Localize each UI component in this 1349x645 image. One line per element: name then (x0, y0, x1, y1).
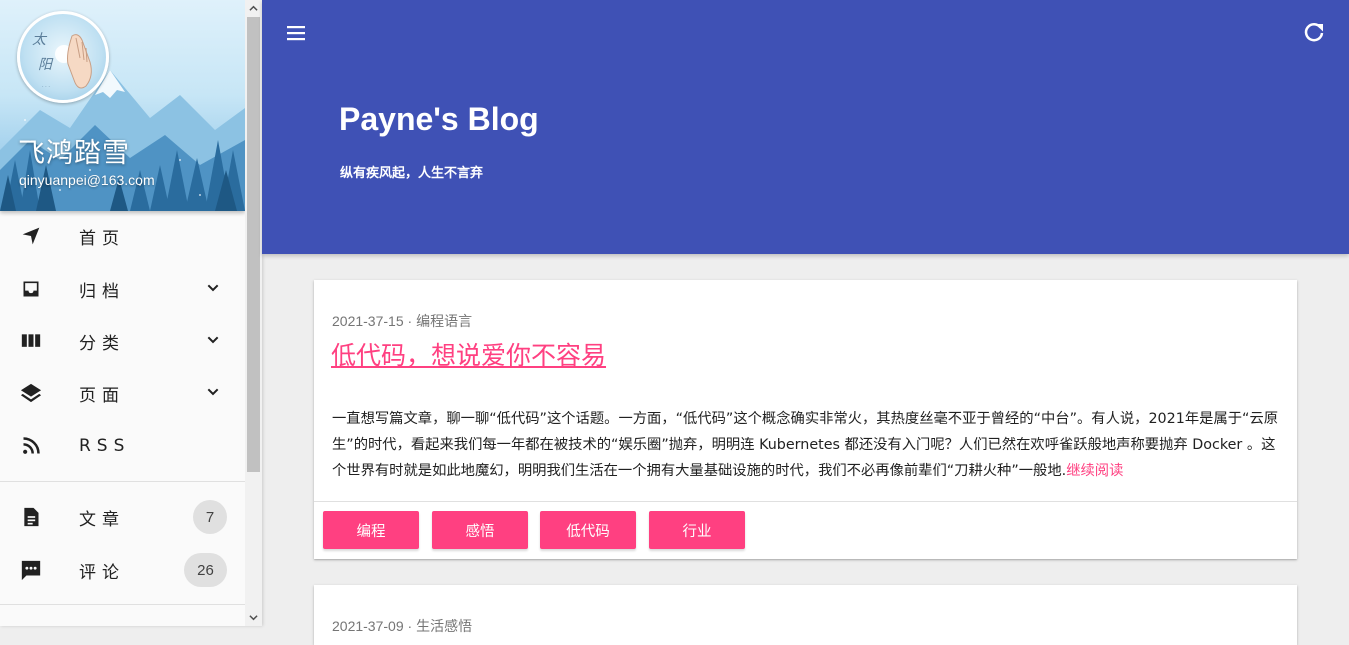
columns-icon (20, 330, 42, 352)
post-category[interactable]: 生活感悟 (416, 618, 472, 634)
rss-feed-icon (20, 435, 42, 457)
meta-separator: · (407, 618, 417, 634)
profile-email: qinyuanpei@163.com (19, 172, 155, 188)
blog-header: Payne's Blog 纵有疾风起，人生不言弃 (262, 0, 1349, 254)
nav-label-articles: 文章 (79, 509, 125, 530)
scrollbar-thumb[interactable] (247, 17, 260, 472)
nav-item-articles[interactable]: 文章 7 (0, 491, 245, 543)
sidebar-scrollbar[interactable] (245, 0, 262, 626)
nav-label-pages: 页面 (79, 385, 125, 406)
post-date: 2021-37-09 (332, 618, 404, 634)
post-meta: 2021-37-09 · 生活感悟 (332, 616, 472, 636)
svg-text:太: 太 (32, 32, 48, 48)
refresh-icon[interactable] (1302, 21, 1326, 45)
nav-item-comments[interactable]: 评论 26 (0, 544, 245, 596)
svg-text:阳: 阳 (38, 57, 54, 73)
scroll-down-arrow-icon[interactable] (249, 613, 258, 622)
profile-name: 飞鸿踏雪 (18, 138, 130, 169)
read-more-link[interactable]: 继续阅读 (1066, 463, 1123, 479)
post-meta: 2021-37-15 · 编程语言 (332, 311, 472, 331)
tag-button[interactable]: 感悟 (432, 511, 528, 549)
blog-title: Payne's Blog (339, 101, 539, 137)
nav-label-rss: RSS (79, 436, 131, 456)
tag-button[interactable]: 编程 (323, 511, 419, 549)
nav-item-home[interactable]: 首页 (0, 210, 245, 262)
post-card: 2021-37-15 · 编程语言 低代码，想说爱你不容易 一直想写篇文章，聊一… (314, 280, 1297, 559)
post-excerpt: 一直想写篇文章，聊一聊“低代码”这个话题。一方面，“低代码”这个概念确实非常火，… (332, 406, 1282, 484)
nav-label-categories: 分类 (79, 333, 125, 354)
post-date: 2021-37-15 (332, 313, 404, 329)
nav-label-home: 首页 (79, 228, 125, 249)
chevron-down-icon[interactable] (205, 280, 221, 296)
comment-count-badge: 26 (184, 553, 227, 587)
sidebar-divider (0, 604, 245, 605)
article-count-badge: 7 (193, 500, 227, 534)
nav-item-rss[interactable]: RSS (0, 420, 245, 472)
card-divider (314, 501, 1297, 502)
post-card: 2021-37-09 · 生活感悟 (314, 585, 1297, 645)
nav-label-comments: 评论 (79, 562, 125, 583)
nav-item-archive[interactable]: 归档 (0, 263, 245, 315)
avatar-illustration: 太 阳 · · · (32, 32, 92, 90)
sidebar: 太 阳 · · · 飞鸿踏雪 qinyuanpei@163.com 首页 归档 … (0, 0, 262, 626)
sidebar-content: 太 阳 · · · 飞鸿踏雪 qinyuanpei@163.com 首页 归档 … (0, 0, 245, 626)
nav-item-categories[interactable]: 分类 (0, 315, 245, 367)
svg-text:· · ·: · · · (42, 84, 50, 90)
nav-label-archive: 归档 (79, 281, 125, 302)
chevron-down-icon[interactable] (205, 384, 221, 400)
tag-button[interactable]: 低代码 (540, 511, 636, 549)
menu-icon[interactable] (284, 21, 308, 45)
comment-icon (20, 559, 42, 581)
sidebar-divider (0, 481, 245, 482)
layers-icon (20, 382, 42, 404)
meta-separator: · (407, 313, 417, 329)
scroll-up-arrow-icon[interactable] (249, 4, 258, 13)
post-category[interactable]: 编程语言 (416, 313, 472, 329)
nav-item-pages[interactable]: 页面 (0, 367, 245, 419)
avatar[interactable]: 太 阳 · · · (17, 11, 109, 103)
tag-button[interactable]: 行业 (649, 511, 745, 549)
document-icon (20, 506, 42, 528)
blog-subtitle: 纵有疾风起，人生不言弃 (340, 166, 484, 181)
post-excerpt-text: 一直想写篇文章，聊一聊“低代码”这个话题。一方面，“低代码”这个概念确实非常火，… (332, 411, 1279, 479)
navigation-arrow-icon (20, 225, 42, 247)
post-title-link[interactable]: 低代码，想说爱你不容易 (331, 336, 606, 372)
chevron-down-icon[interactable] (205, 332, 221, 348)
inbox-icon (20, 278, 42, 300)
profile-header: 太 阳 · · · 飞鸿踏雪 qinyuanpei@163.com (0, 0, 245, 211)
